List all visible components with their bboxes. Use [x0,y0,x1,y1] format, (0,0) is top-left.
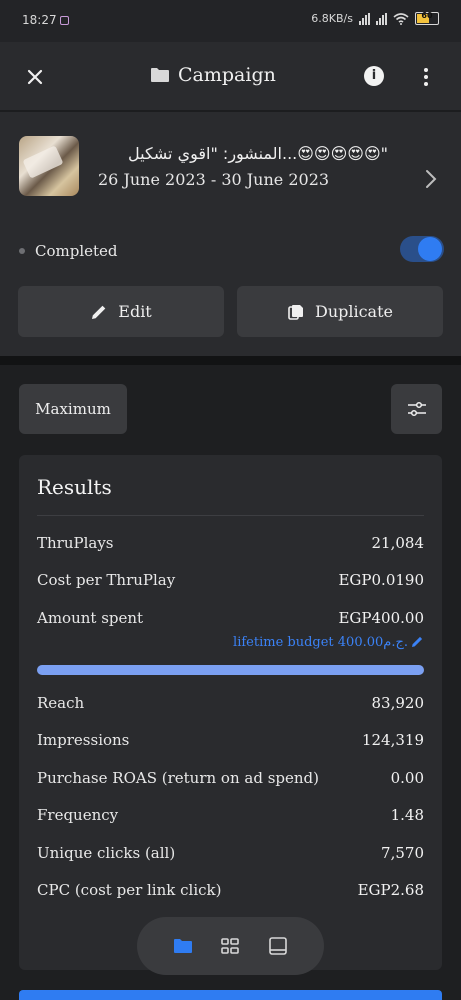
post-dates: 26 June 2023 - 30 June 2023 [98,170,330,189]
filter-settings-button[interactable] [391,384,442,434]
pencil-icon [92,305,106,319]
duplicate-button[interactable]: Duplicate [237,286,443,337]
metric-label: Frequency [37,806,119,824]
budget-progress-bar [37,665,424,675]
wifi-icon [393,12,409,25]
metric-value: 124,319 [361,731,424,749]
budget-progress-fill [37,665,424,675]
metric-value: 7,570 [381,844,424,862]
status-label: Completed [35,242,118,260]
edit-button[interactable]: Edit [18,286,224,337]
metric-row-thruplays: ThruPlays 21,084 [37,531,424,555]
results-title: Results [37,475,112,499]
edit-budget-link[interactable]: lifetime budget 400.00ج.م. [37,635,424,655]
bid-filter-button[interactable]: Maximum [19,384,127,434]
metric-row-cost-per-thruplay: Cost per ThruPlay EGP0.0190 [37,568,424,592]
metric-value: EGP400.00 [338,609,424,627]
metric-label: Unique clicks (all) [37,844,176,862]
metric-label: Impressions [37,731,130,749]
toggle-knob [418,237,442,261]
ad-icon[interactable] [267,935,289,957]
net-speed: 6.8KB/s [311,12,353,25]
metric-row-cpc: CPC (cost per link click) EGP2.68 [37,878,424,902]
grid-icon[interactable] [219,935,241,957]
pencil-icon [412,636,423,647]
metric-row-impressions: Impressions 124,319 [37,728,424,752]
metric-value: 0.00 [390,769,424,787]
top-app-bar: Campaign i [0,42,461,110]
metric-label: CPC (cost per link click) [37,881,222,899]
primary-action-strip[interactable] [19,990,442,1000]
metric-row-frequency: Frequency 1.48 [37,803,424,827]
metric-row-amount-spent: Amount spent EGP400.00 [37,606,424,630]
status-time: 18:27 [22,13,57,27]
status-right: 6.8KB/s 60 [311,11,439,25]
metric-label: Reach [37,694,85,712]
battery-icon: 60 [415,11,439,25]
metric-value: EGP2.68 [357,881,424,899]
metric-label: Amount spent [37,609,144,627]
signal-icon [359,12,370,25]
metric-label: ThruPlays [37,534,114,552]
status-bar: 18:27 6.8KB/s 60 [0,0,461,42]
folder-icon [151,68,169,82]
results-card: Results ThruPlays 21,084 Cost per ThruPl… [19,455,442,970]
metric-value: 21,084 [371,534,425,552]
post-thumbnail [19,136,79,196]
chevron-right-icon[interactable] [424,168,438,190]
close-icon[interactable] [22,64,48,90]
duplicate-icon [288,304,303,320]
campaign-status-section: Completed Edit Duplicate [0,218,461,358]
metric-label: Cost per ThruPlay [37,571,176,589]
metric-value: 1.48 [390,806,424,824]
metric-value: EGP0.0190 [338,571,424,589]
metric-row-reach: Reach 83,920 [37,691,424,715]
bottom-nav [137,917,324,975]
post-summary-row[interactable]: المنشور: "اقوي تشكيل...😍😍😍😍😍" 26 June 20… [0,112,461,218]
sliders-icon [407,401,426,417]
metric-row-purchase-roas: Purchase ROAS (return on ad spend) 0.00 [37,766,424,790]
page-title: Campaign [150,64,276,86]
signal-icon-2 [376,12,387,25]
more-options-icon[interactable] [416,66,436,88]
notification-icon [60,16,69,25]
metric-value: 83,920 [371,694,425,712]
results-section: Maximum Results ThruPlays 21,084 Cost pe… [0,365,461,1000]
section-divider [0,356,461,365]
metric-label: Purchase ROAS (return on ad spend) [37,769,319,787]
info-icon[interactable]: i [364,66,384,86]
campaign-toggle[interactable] [400,236,444,262]
duplicate-button-label: Duplicate [314,302,393,321]
battery-level: 60 [421,11,433,20]
metric-row-unique-clicks: Unique clicks (all) 7,570 [37,841,424,865]
status-dot-icon [19,248,25,254]
post-title: المنشور: "اقوي تشكيل...😍😍😍😍😍" [128,144,388,163]
edit-button-label: Edit [118,302,152,321]
page-title-text: Campaign [178,64,276,86]
budget-text: lifetime budget 400.00ج.م. [233,635,408,650]
folder-icon[interactable] [172,935,194,957]
results-divider [37,515,424,516]
